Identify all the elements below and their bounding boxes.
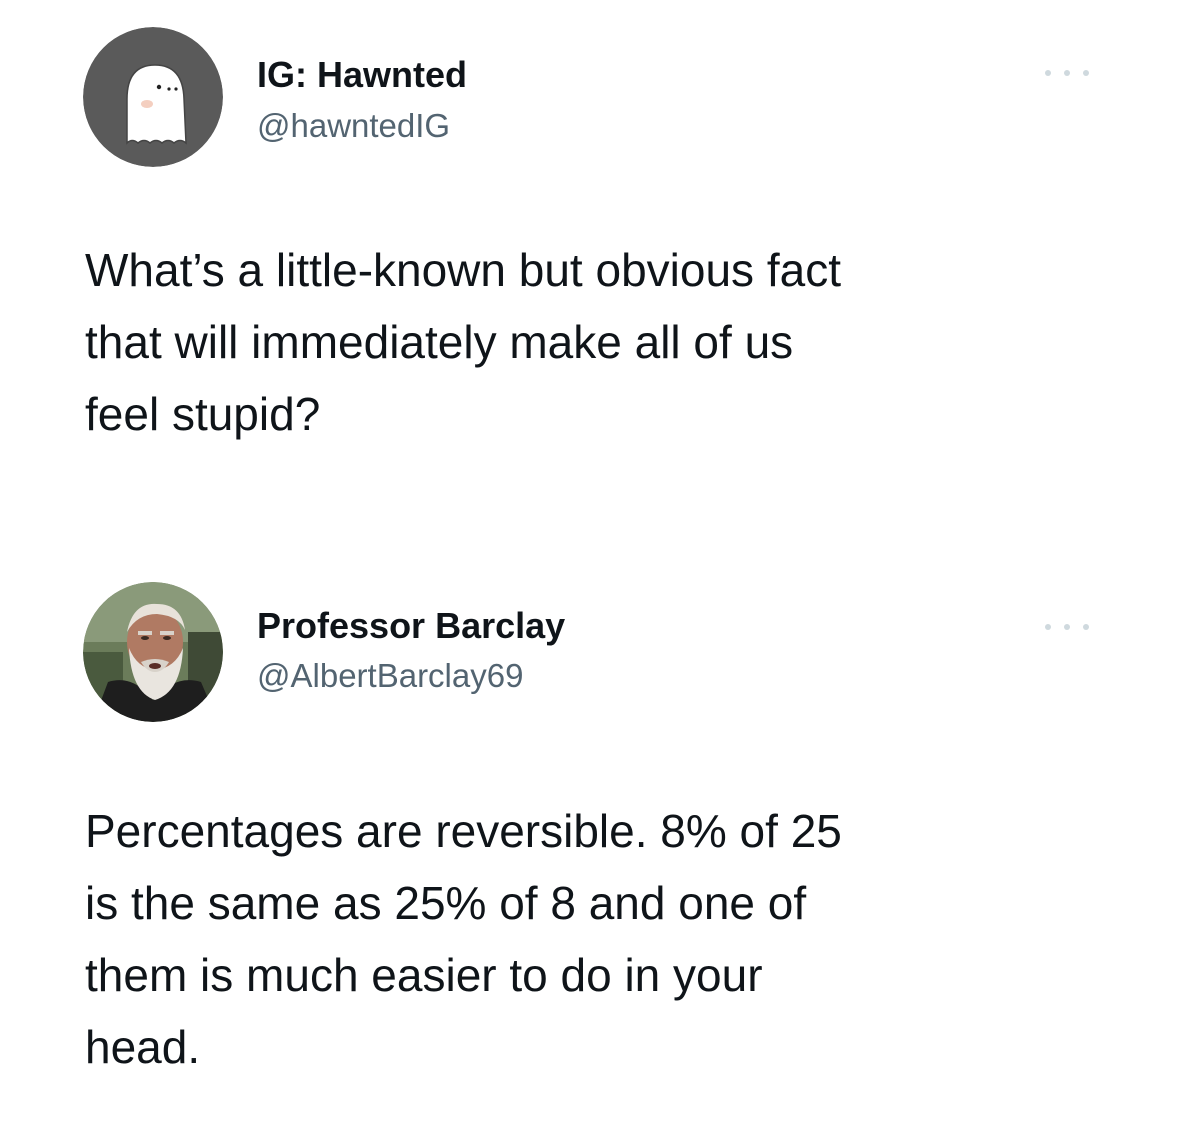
dot	[1045, 70, 1051, 76]
dot	[1083, 624, 1089, 630]
dot	[1064, 70, 1070, 76]
professor-avatar[interactable]	[83, 582, 223, 722]
dot	[1064, 624, 1070, 630]
tweet-text: Percentages are reversible. 8% of 25 is …	[85, 805, 842, 1073]
user-handle[interactable]: @hawntedIG	[257, 106, 450, 146]
more-options-icon[interactable]	[1045, 66, 1089, 80]
tweet-original: IG: Hawnted @hawntedIG What’s a little-k…	[0, 0, 1179, 560]
dot	[1083, 70, 1089, 76]
dot	[1045, 624, 1051, 630]
ghost-icon	[83, 27, 223, 167]
display-name[interactable]: IG: Hawnted	[257, 54, 467, 96]
user-handle[interactable]: @AlbertBarclay69	[257, 656, 523, 696]
bearded-man-icon	[83, 582, 223, 722]
more-options-icon[interactable]	[1045, 620, 1089, 634]
display-name[interactable]: Professor Barclay	[257, 605, 565, 647]
tweet-reply: Professor Barclay @AlbertBarclay69 Perce…	[0, 560, 1179, 1127]
ghost-avatar[interactable]	[83, 27, 223, 167]
tweet-text: What’s a little-known but obvious fact t…	[85, 244, 841, 440]
